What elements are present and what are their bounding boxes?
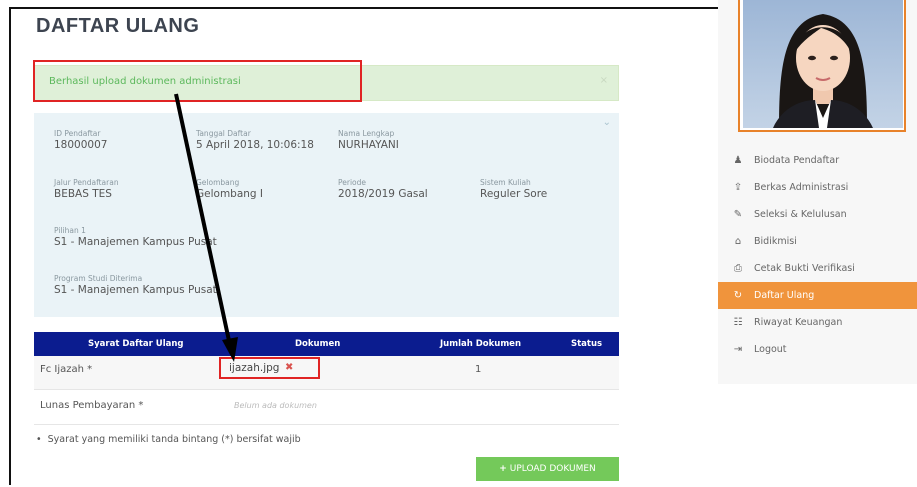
field-label: Pilihan 1 [54, 226, 86, 235]
sidebar-item-label: Seleksi & Kelulusan [754, 209, 847, 220]
field-periode: Periode 2018/2019 Gasal [338, 178, 428, 201]
profile-photo [738, 0, 906, 132]
field-label: Gelombang [196, 178, 240, 187]
field-value: S1 - Manajemen Kampus Pusat [54, 284, 217, 296]
user-icon: ♟ [733, 155, 743, 166]
uploaded-file-highlight: ijazah.jpg ✖ [219, 357, 320, 379]
registration-info-panel: ⌄ ID Pendaftar 18000007 Tanggal Daftar 5… [34, 113, 619, 317]
table-row: Lunas Pembayaran * Belum ada dokumen [34, 391, 619, 425]
note-text: Syarat yang memiliki tanda bintang (*) b… [47, 434, 301, 445]
field-label: Periode [338, 178, 367, 187]
column-header: Status [571, 339, 603, 349]
field-value: Gelombang I [196, 188, 264, 200]
field-value: 18000007 [54, 139, 108, 151]
field-label: Jalur Pendaftaran [54, 178, 119, 187]
sidebar-item-label: Logout [754, 344, 787, 355]
required-note: • Syarat yang memiliki tanda bintang (*)… [36, 434, 301, 445]
field-jalur-pendaftaran: Jalur Pendaftaran BEBAS TES [54, 178, 119, 201]
field-value: S1 - Manajemen Kampus Pusat [54, 236, 217, 248]
sidebar-item-label: Cetak Bukti Verifikasi [754, 263, 855, 274]
sidebar-item-biodata-pendaftar[interactable]: ♟ Biodata Pendaftar [718, 147, 917, 174]
field-label: Sistem Kuliah [480, 178, 531, 187]
sidebar-item-seleksi-kelulusan[interactable]: ✎ Seleksi & Kelulusan [718, 201, 917, 228]
table-row: Fc Ijazah * 1 [34, 356, 619, 390]
column-header: Dokumen [295, 339, 341, 349]
page-title: DAFTAR ULANG [36, 15, 200, 37]
field-sistem-kuliah: Sistem Kuliah Reguler Sore [480, 178, 547, 201]
field-pilihan-1: Pilihan 1 S1 - Manajemen Kampus Pusat [54, 226, 217, 249]
requirements-table-header: Syarat Daftar Ulang Dokumen Jumlah Dokum… [34, 332, 619, 356]
upload-button-label: UPLOAD DOKUMEN [509, 464, 596, 474]
sidebar-item-logout[interactable]: ⇥ Logout [718, 336, 917, 363]
field-value: 2018/2019 Gasal [338, 188, 428, 200]
field-tanggal-daftar: Tanggal Daftar 5 April 2018, 10:06:18 [196, 129, 314, 152]
cell-syarat: Lunas Pembayaran * [40, 400, 144, 411]
upload-icon: ⇪ [733, 182, 743, 193]
field-value: Reguler Sore [480, 188, 548, 200]
sidebar-item-daftar-ulang[interactable]: ↻ Daftar Ulang [718, 282, 917, 309]
sidebar-item-riwayat-keuangan[interactable]: ☷ Riwayat Keuangan [718, 309, 917, 336]
field-value: BEBAS TES [54, 188, 112, 200]
alert-close-button[interactable]: × [600, 75, 608, 86]
alert-highlight-box [33, 60, 362, 102]
field-label: Nama Lengkap [338, 129, 395, 138]
sidebar-item-label: Berkas Administrasi [754, 182, 849, 193]
sidebar-menu: ♟ Biodata Pendaftar ⇪ Berkas Administras… [718, 147, 917, 363]
cell-jumlah: 1 [475, 364, 482, 375]
sidebar-item-label: Biodata Pendaftar [754, 155, 840, 166]
bank-icon: ⌂ [734, 236, 742, 247]
avatar [743, 0, 903, 128]
sidebar-item-label: Bidikmisi [754, 236, 797, 247]
edit-icon: ✎ [733, 209, 743, 220]
document-link[interactable]: ijazah.jpg [229, 362, 279, 374]
logout-icon: ⇥ [733, 344, 743, 355]
sidebar-item-label: Daftar Ulang [754, 290, 815, 301]
sidebar-item-cetak-bukti-verifikasi[interactable]: ⎙ Cetak Bukti Verifikasi [718, 255, 917, 282]
field-label: Program Studi Diterima [54, 274, 143, 283]
bullet-icon: • [36, 434, 42, 445]
field-gelombang: Gelombang Gelombang I [196, 178, 263, 201]
field-nama-lengkap: Nama Lengkap NURHAYANI [338, 129, 399, 152]
field-label: ID Pendaftar [54, 129, 101, 138]
print-icon: ⎙ [734, 263, 742, 274]
chevron-down-icon[interactable]: ⌄ [603, 117, 611, 128]
sidebar-item-bidikmisi[interactable]: ⌂ Bidikmisi [718, 228, 917, 255]
field-prodi-diterima: Program Studi Diterima S1 - Manajemen Ka… [54, 274, 217, 297]
refresh-icon: ↻ [733, 290, 743, 301]
plus-icon: + [499, 464, 507, 474]
sidebar-item-berkas-administrasi[interactable]: ⇪ Berkas Administrasi [718, 174, 917, 201]
upload-document-button[interactable]: + UPLOAD DOKUMEN [476, 457, 619, 481]
cell-dokumen: Belum ada dokumen [234, 401, 317, 410]
field-value: NURHAYANI [338, 139, 399, 151]
cell-syarat: Fc Ijazah * [40, 364, 93, 375]
delete-file-icon[interactable]: ✖ [285, 362, 293, 373]
field-value: 5 April 2018, 10:06:18 [196, 139, 314, 151]
sidebar-item-label: Riwayat Keuangan [754, 317, 843, 328]
column-header: Jumlah Dokumen [440, 339, 522, 349]
column-header: Syarat Daftar Ulang [88, 339, 184, 349]
field-id-pendaftar: ID Pendaftar 18000007 [54, 129, 107, 152]
list-icon: ☷ [733, 317, 743, 328]
field-label: Tanggal Daftar [196, 129, 251, 138]
